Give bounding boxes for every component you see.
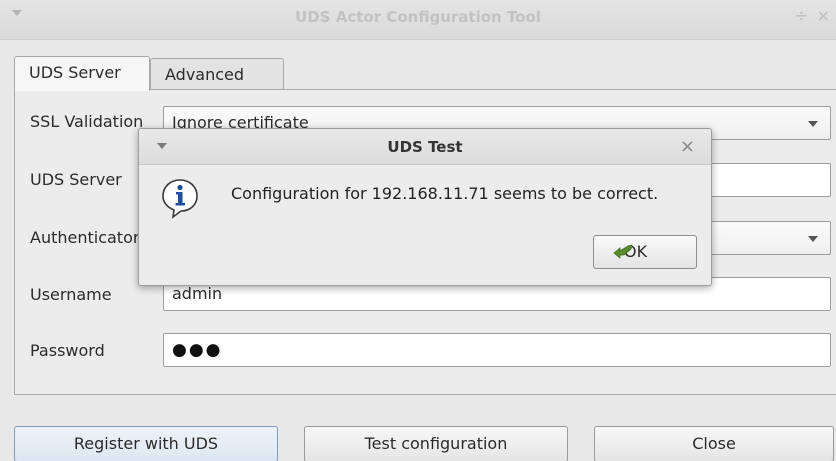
window-title: UDS Actor Configuration Tool — [295, 8, 541, 26]
username-label: Username — [30, 285, 112, 304]
tab-advanced[interactable]: Advanced — [150, 58, 284, 90]
authenticator-label: Authenticator — [30, 228, 140, 247]
ok-button[interactable]: OK — [593, 235, 697, 269]
window-close-icon[interactable]: × — [817, 6, 830, 25]
test-configuration-button[interactable]: Test configuration — [304, 426, 568, 461]
dialog-message: Configuration for 192.168.11.71 seems to… — [231, 184, 659, 203]
info-icon — [162, 179, 198, 219]
window-shade-icon[interactable]: ÷ — [795, 6, 808, 25]
window-titlebar: UDS Actor Configuration Tool ÷ × — [0, 0, 836, 40]
dialog-title: UDS Test — [387, 138, 463, 156]
dialog-titlebar: UDS Test × — [139, 129, 711, 165]
chevron-down-icon — [808, 236, 818, 242]
register-button[interactable]: Register with UDS — [14, 426, 278, 461]
password-label: Password — [30, 341, 105, 360]
tab-uds-server[interactable]: UDS Server — [14, 56, 150, 91]
uds-server-label: UDS Server — [30, 170, 122, 189]
password-input[interactable]: ●●● — [163, 333, 831, 367]
uds-test-dialog: UDS Test × Configuration for 192.168.11.… — [138, 128, 712, 286]
chevron-down-icon — [808, 121, 818, 127]
checkmark-icon — [613, 244, 633, 259]
dialog-close-icon[interactable]: × — [680, 136, 695, 157]
password-mask: ●●● — [172, 340, 223, 360]
close-button[interactable]: Close — [594, 426, 834, 461]
ssl-validation-label: SSL Validation — [30, 112, 144, 131]
